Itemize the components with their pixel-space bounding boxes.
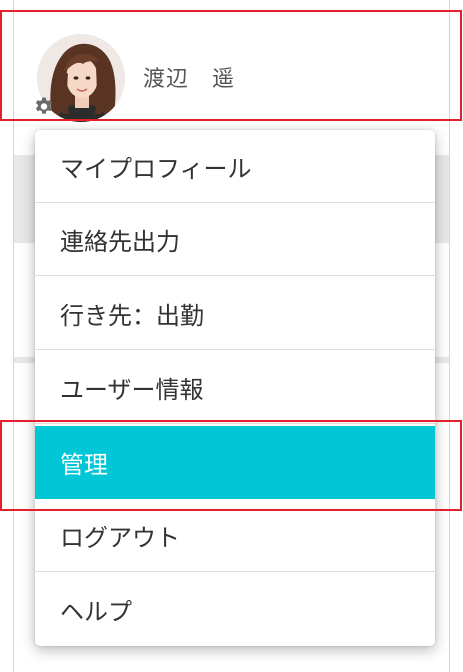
- menu-item-admin[interactable]: 管理: [35, 426, 435, 499]
- menu-item-logout[interactable]: ログアウト: [35, 499, 435, 572]
- menu-item-user-info[interactable]: ユーザー情報: [35, 351, 435, 424]
- menu-item-export-contacts[interactable]: 連絡先出力: [35, 203, 435, 276]
- menu-item-help[interactable]: ヘルプ: [35, 573, 435, 646]
- menu-item-my-profile[interactable]: マイプロフィール: [35, 130, 435, 203]
- user-name[interactable]: 渡辺 遥: [143, 61, 235, 93]
- gear-icon[interactable]: [32, 94, 56, 118]
- user-dropdown-menu: マイプロフィール 連絡先出力 行き先：出勤 ユーザー情報 管理 ログアウト ヘル…: [35, 130, 435, 646]
- menu-item-destination[interactable]: 行き先：出勤: [35, 277, 435, 350]
